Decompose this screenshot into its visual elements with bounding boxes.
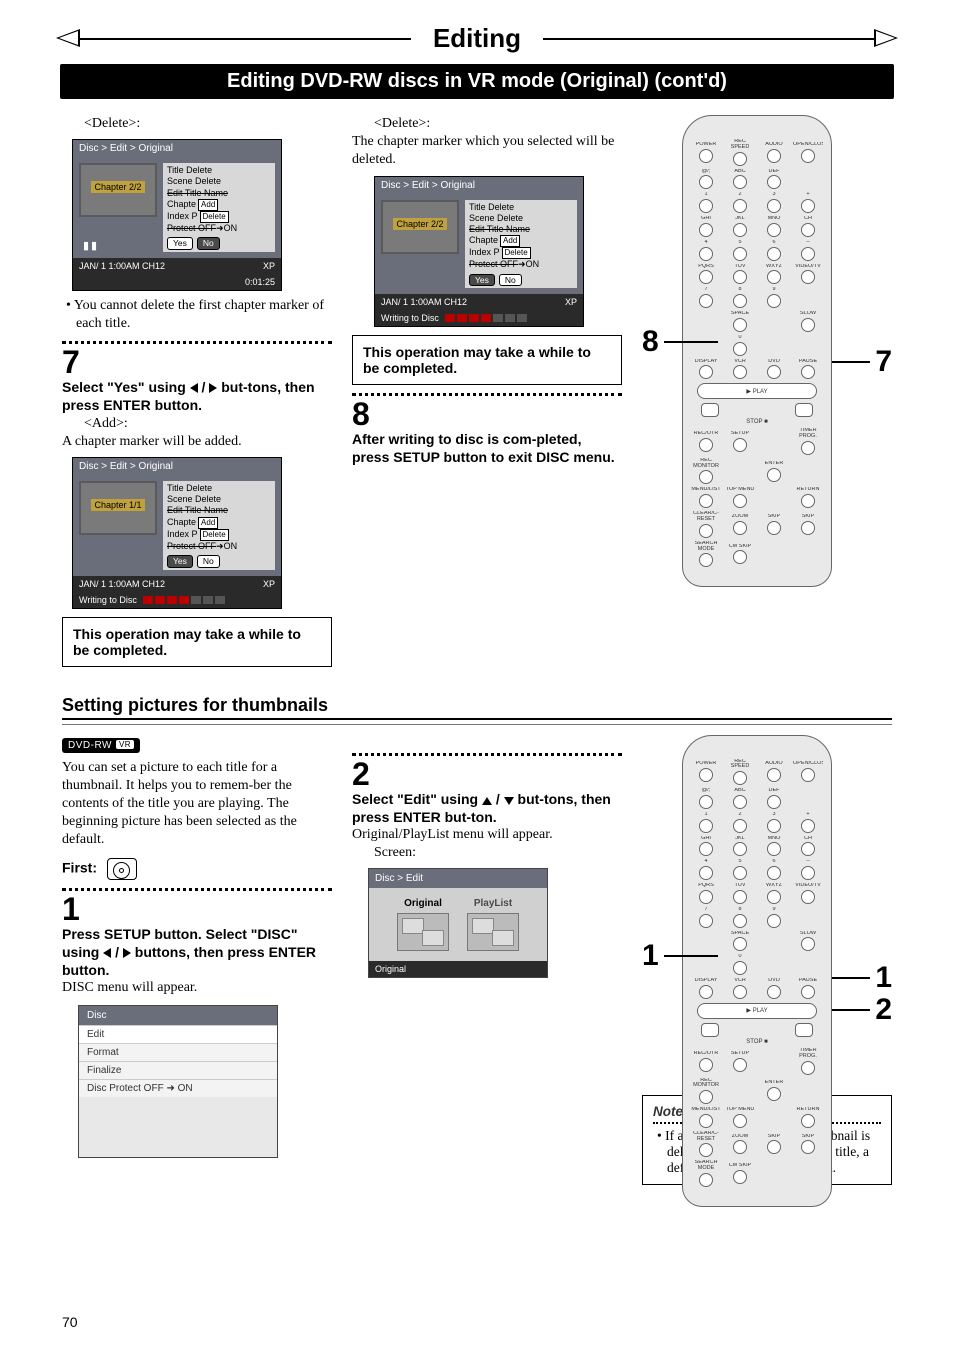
step-number-7: 7 bbox=[62, 346, 332, 378]
add-label: <Add>: bbox=[84, 415, 332, 433]
lower-column-2: 2 Select "Edit" using / but-tons, then p… bbox=[352, 735, 622, 1185]
list-item: Edit bbox=[79, 1025, 277, 1043]
callout-num-1-left: 1 bbox=[642, 939, 659, 973]
callout-num-7: 7 bbox=[875, 345, 892, 379]
step-2-result: Original/PlayList menu will appear. bbox=[352, 826, 622, 844]
osd-panel-add-writing: Disc > Edit > Original Chapter 1/1 Title… bbox=[72, 457, 282, 609]
osd-breadcrumb: Disc > Edit > Original bbox=[73, 140, 281, 157]
section-heading-thumbnails: Setting pictures for thumbnails bbox=[62, 695, 892, 716]
step-8-instruction: After writing to disc is com-pleted, pre… bbox=[352, 430, 622, 466]
osd-thumbnail: Chapter 2/2 bbox=[79, 163, 157, 217]
delete-label-2: <Delete>: bbox=[374, 115, 622, 133]
step-2-instruction: Select "Edit" using / but-tons, then pre… bbox=[352, 790, 622, 826]
list-item: Format bbox=[79, 1043, 277, 1061]
first-label: First: bbox=[62, 858, 332, 880]
column-3-top: POWERREC SPEEDAUDIOOPEN/CLOSE@/;ABCDEF12… bbox=[642, 115, 892, 675]
step-number-8: 8 bbox=[352, 398, 622, 430]
step-number-2: 2 bbox=[352, 758, 622, 790]
page-subtitle: Editing DVD-RW discs in VR mode (Origina… bbox=[60, 64, 894, 99]
page-title-band: Editing bbox=[62, 18, 892, 58]
step-number-1: 1 bbox=[62, 893, 332, 925]
disc-icon bbox=[107, 858, 137, 880]
tab-playlist: PlayList bbox=[467, 898, 519, 951]
remote-diagram-top: POWERREC SPEEDAUDIOOPEN/CLOSE@/;ABCDEF12… bbox=[682, 115, 832, 587]
lower-column-1: DVD-RWVR You can set a picture to each t… bbox=[62, 735, 332, 1185]
step-1-result: DISC menu will appear. bbox=[62, 979, 332, 997]
osd-context-menu: Title Delete Scene Delete Edit Title Nam… bbox=[163, 163, 275, 252]
remote-diagram-bottom: POWERREC SPEEDAUDIOOPEN/CLOSE@/;ABCDEF12… bbox=[682, 735, 832, 1207]
column-2: <Delete>: The chapter marker which you s… bbox=[352, 115, 622, 675]
column-1: <Delete>: Disc > Edit > Original Chapter… bbox=[62, 115, 332, 675]
page-number: 70 bbox=[62, 1314, 78, 1330]
osd-disc-edit: Disc > Edit Original PlayList Original bbox=[368, 868, 548, 978]
tab-original: Original bbox=[397, 898, 449, 951]
callout-operation-note-1: This operation may take a while to be co… bbox=[62, 617, 332, 667]
thumbnails-intro: You can set a picture to each title for … bbox=[62, 759, 332, 850]
delete-desc: The chapter marker which you selected wi… bbox=[352, 133, 622, 169]
step-7-instruction: Select "Yes" using / but-tons, then pres… bbox=[62, 378, 332, 414]
dvd-rw-badge: DVD-RWVR bbox=[62, 738, 140, 753]
osd-disc-menu: Disc Edit Format Finalize Disc Protect O… bbox=[78, 1005, 278, 1158]
callout-num-8: 8 bbox=[642, 325, 659, 359]
step-1-instruction: Press SETUP button. Select "DISC" using … bbox=[62, 925, 332, 980]
pause-icon: ▮▮ bbox=[83, 239, 99, 252]
list-item: Disc Protect OFF ➜ ON bbox=[79, 1079, 277, 1097]
page-title: Editing bbox=[411, 23, 543, 54]
callout-operation-note-2: This operation may take a while to be co… bbox=[352, 335, 622, 385]
note-list: You cannot delete the first chapter mark… bbox=[62, 297, 332, 333]
lower-column-3: POWERREC SPEEDAUDIOOPEN/CLOSE@/;ABCDEF12… bbox=[642, 735, 892, 1185]
callout-num-1-right: 1 bbox=[875, 961, 892, 995]
delete-label-1: <Delete>: bbox=[84, 115, 332, 133]
screen-label: Screen: bbox=[374, 844, 622, 862]
osd-panel-delete-confirm: Disc > Edit > Original Chapter 2/2 Title… bbox=[72, 139, 282, 291]
osd-panel-delete-writing: Disc > Edit > Original Chapter 2/2 Title… bbox=[374, 176, 584, 328]
callout-num-2-right: 2 bbox=[875, 993, 892, 1027]
list-item: Finalize bbox=[79, 1061, 277, 1079]
add-text: A chapter marker will be added. bbox=[62, 433, 332, 451]
